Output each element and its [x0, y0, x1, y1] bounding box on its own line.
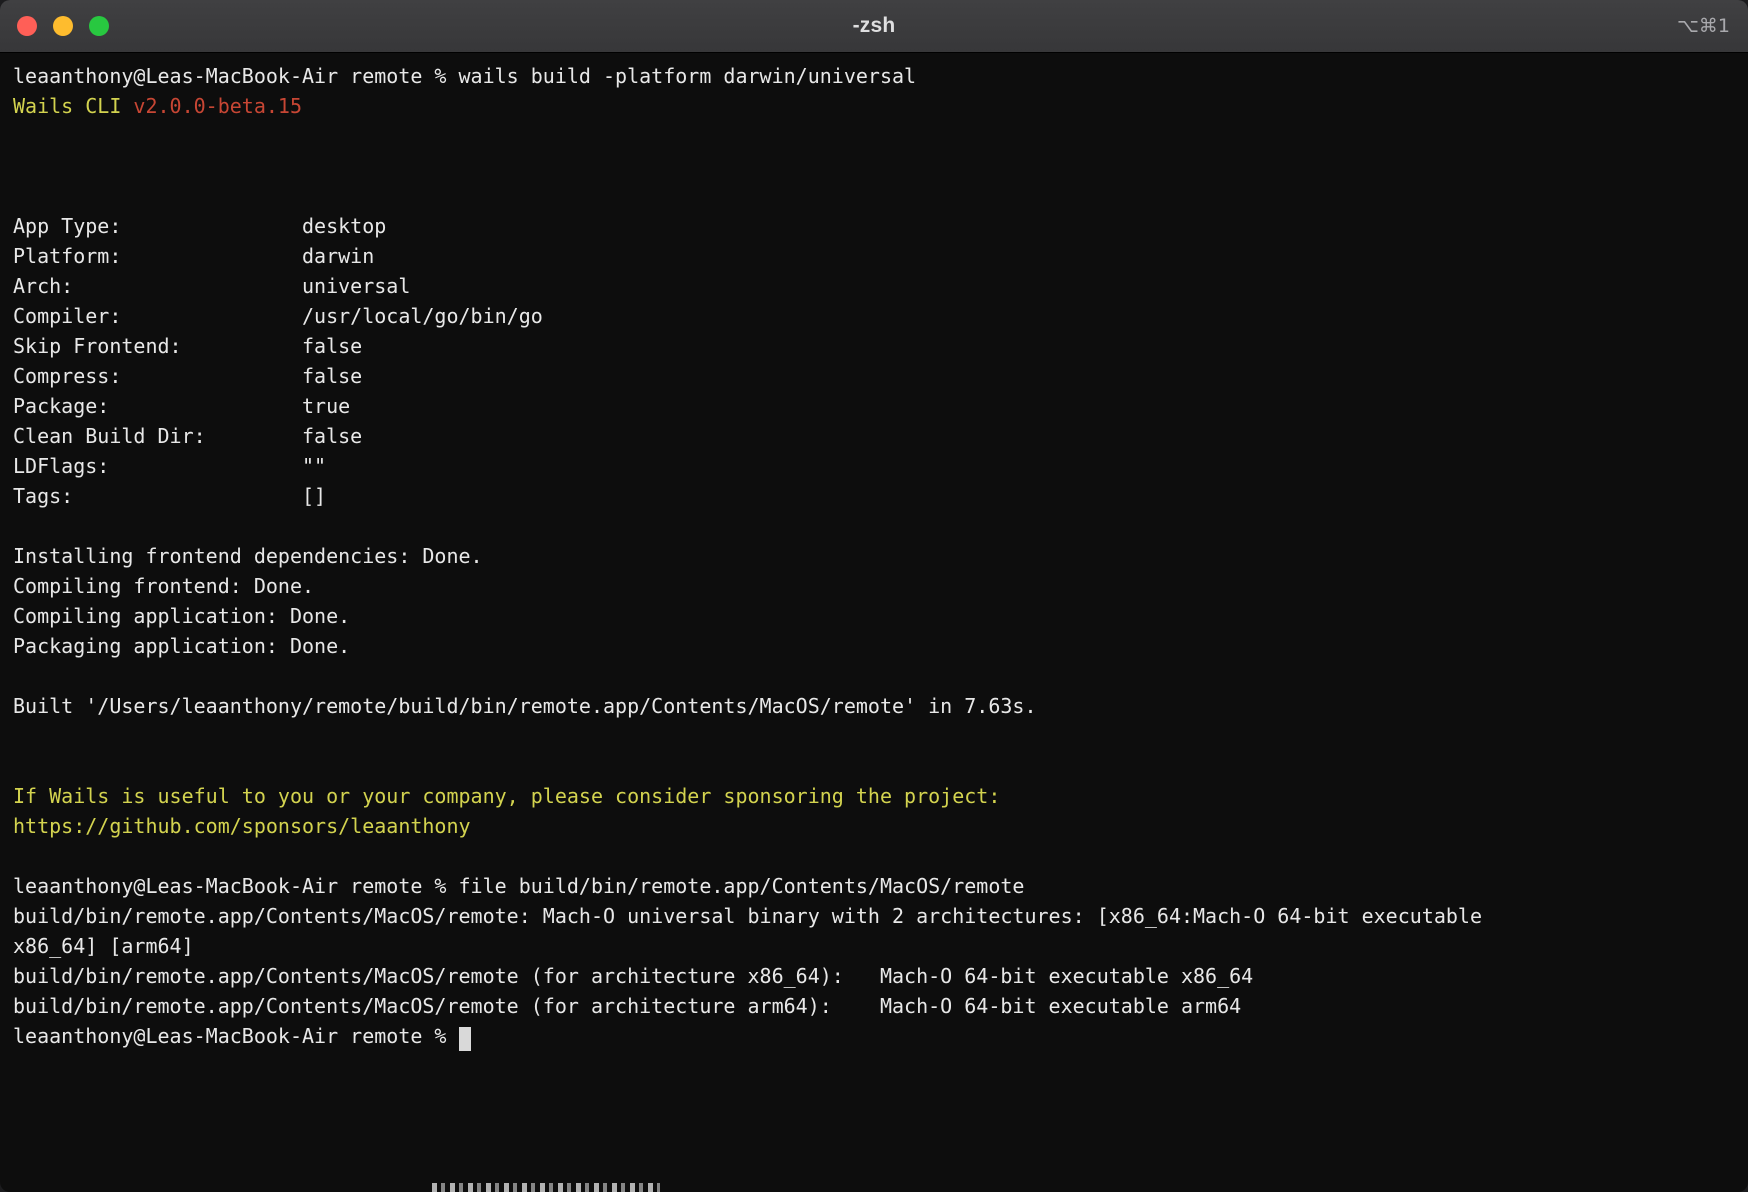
- terminal-line: [13, 841, 1736, 871]
- terminal-text-segment: build/bin/remote.app/Contents/MacOS/remo…: [13, 994, 1241, 1018]
- minimize-button[interactable]: [53, 16, 73, 36]
- terminal-text-segment: x86_64] [arm64]: [13, 934, 194, 958]
- terminal-line: Wails CLI v2.0.0-beta.15: [13, 91, 1736, 121]
- close-button[interactable]: [17, 16, 37, 36]
- terminal-line: [13, 661, 1736, 691]
- terminal-text-segment: If Wails is useful to you or your compan…: [13, 784, 1000, 808]
- terminal-line: Platform: darwin: [13, 241, 1736, 271]
- terminal-text-segment: https://github.com/sponsors/leaanthony: [13, 814, 471, 838]
- terminal-window: -zsh ⌥⌘1 leaanthony@Leas-MacBook-Air rem…: [0, 0, 1748, 1192]
- titlebar[interactable]: -zsh ⌥⌘1: [0, 0, 1748, 53]
- terminal-line: Installing frontend dependencies: Done.: [13, 541, 1736, 571]
- terminal-line: build/bin/remote.app/Contents/MacOS/remo…: [13, 961, 1736, 991]
- terminal-line: https://github.com/sponsors/leaanthony: [13, 811, 1736, 841]
- terminal-line: Compiling frontend: Done.: [13, 571, 1736, 601]
- terminal-text-segment: Tags: []: [13, 484, 326, 508]
- terminal-text-segment: v2.0.0-beta.15: [133, 94, 302, 118]
- terminal-line: Compress: false: [13, 361, 1736, 391]
- terminal-line: leaanthony@Leas-MacBook-Air remote %: [13, 1021, 1736, 1051]
- traffic-lights: [17, 0, 109, 52]
- terminal-screen[interactable]: leaanthony@Leas-MacBook-Air remote % wai…: [0, 53, 1748, 1051]
- terminal-text-segment: Packaging application: Done.: [13, 634, 350, 658]
- terminal-text-segment: build/bin/remote.app/Contents/MacOS/remo…: [13, 904, 1482, 928]
- terminal-text-segment: Compiler: /usr/local/go/bin/go: [13, 304, 543, 328]
- terminal-line: Compiling application: Done.: [13, 601, 1736, 631]
- terminal-line: [13, 511, 1736, 541]
- terminal-text-segment: App Type: desktop: [13, 214, 386, 238]
- terminal-text-segment: Arch: universal: [13, 274, 410, 298]
- terminal-line: Tags: []: [13, 481, 1736, 511]
- terminal-text-segment: Installing frontend dependencies: Done.: [13, 544, 483, 568]
- terminal-line: leaanthony@Leas-MacBook-Air remote % wai…: [13, 61, 1736, 91]
- terminal-line: [13, 181, 1736, 211]
- zoom-button[interactable]: [89, 16, 109, 36]
- terminal-line: App Type: desktop: [13, 211, 1736, 241]
- terminal-text-segment: Compiling frontend: Done.: [13, 574, 314, 598]
- terminal-line: [13, 751, 1736, 781]
- terminal-text-segment: LDFlags: "": [13, 454, 326, 478]
- terminal-line: Clean Build Dir: false: [13, 421, 1736, 451]
- terminal-line: Packaging application: Done.: [13, 631, 1736, 661]
- terminal-text-segment: Wails CLI: [13, 94, 133, 118]
- terminal-cursor: [459, 1027, 471, 1051]
- terminal-line: build/bin/remote.app/Contents/MacOS/remo…: [13, 991, 1736, 1021]
- terminal-line: Skip Frontend: false: [13, 331, 1736, 361]
- terminal-line: [13, 721, 1736, 751]
- terminal-line: [13, 121, 1736, 151]
- terminal-text-segment: Compress: false: [13, 364, 362, 388]
- terminal-line: Built '/Users/leaanthony/remote/build/bi…: [13, 691, 1736, 721]
- terminal-text-segment: Compiling application: Done.: [13, 604, 350, 628]
- terminal-text-segment: build/bin/remote.app/Contents/MacOS/remo…: [13, 964, 1253, 988]
- terminal-text-segment: Platform: darwin: [13, 244, 374, 268]
- terminal-text-segment: leaanthony@Leas-MacBook-Air remote % fil…: [13, 874, 1024, 898]
- terminal-line: build/bin/remote.app/Contents/MacOS/remo…: [13, 901, 1736, 931]
- terminal-line: Arch: universal: [13, 271, 1736, 301]
- terminal-line: Compiler: /usr/local/go/bin/go: [13, 301, 1736, 331]
- terminal-text-segment: Skip Frontend: false: [13, 334, 362, 358]
- window-title: -zsh: [853, 14, 896, 38]
- terminal-line: x86_64] [arm64]: [13, 931, 1736, 961]
- terminal-text-segment: leaanthony@Leas-MacBook-Air remote % wai…: [13, 64, 916, 88]
- terminal-text-segment: leaanthony@Leas-MacBook-Air remote %: [13, 1024, 459, 1048]
- terminal-line: LDFlags: "": [13, 451, 1736, 481]
- window-shortcut-hint: ⌥⌘1: [1677, 0, 1730, 52]
- terminal-line: Package: true: [13, 391, 1736, 421]
- terminal-text-segment: Clean Build Dir: false: [13, 424, 362, 448]
- terminal-line: If Wails is useful to you or your compan…: [13, 781, 1736, 811]
- terminal-text-segment: Package: true: [13, 394, 350, 418]
- clipped-window-artifact: [432, 1183, 660, 1192]
- terminal-line: [13, 151, 1736, 181]
- terminal-line: leaanthony@Leas-MacBook-Air remote % fil…: [13, 871, 1736, 901]
- terminal-text-segment: Built '/Users/leaanthony/remote/build/bi…: [13, 694, 1037, 718]
